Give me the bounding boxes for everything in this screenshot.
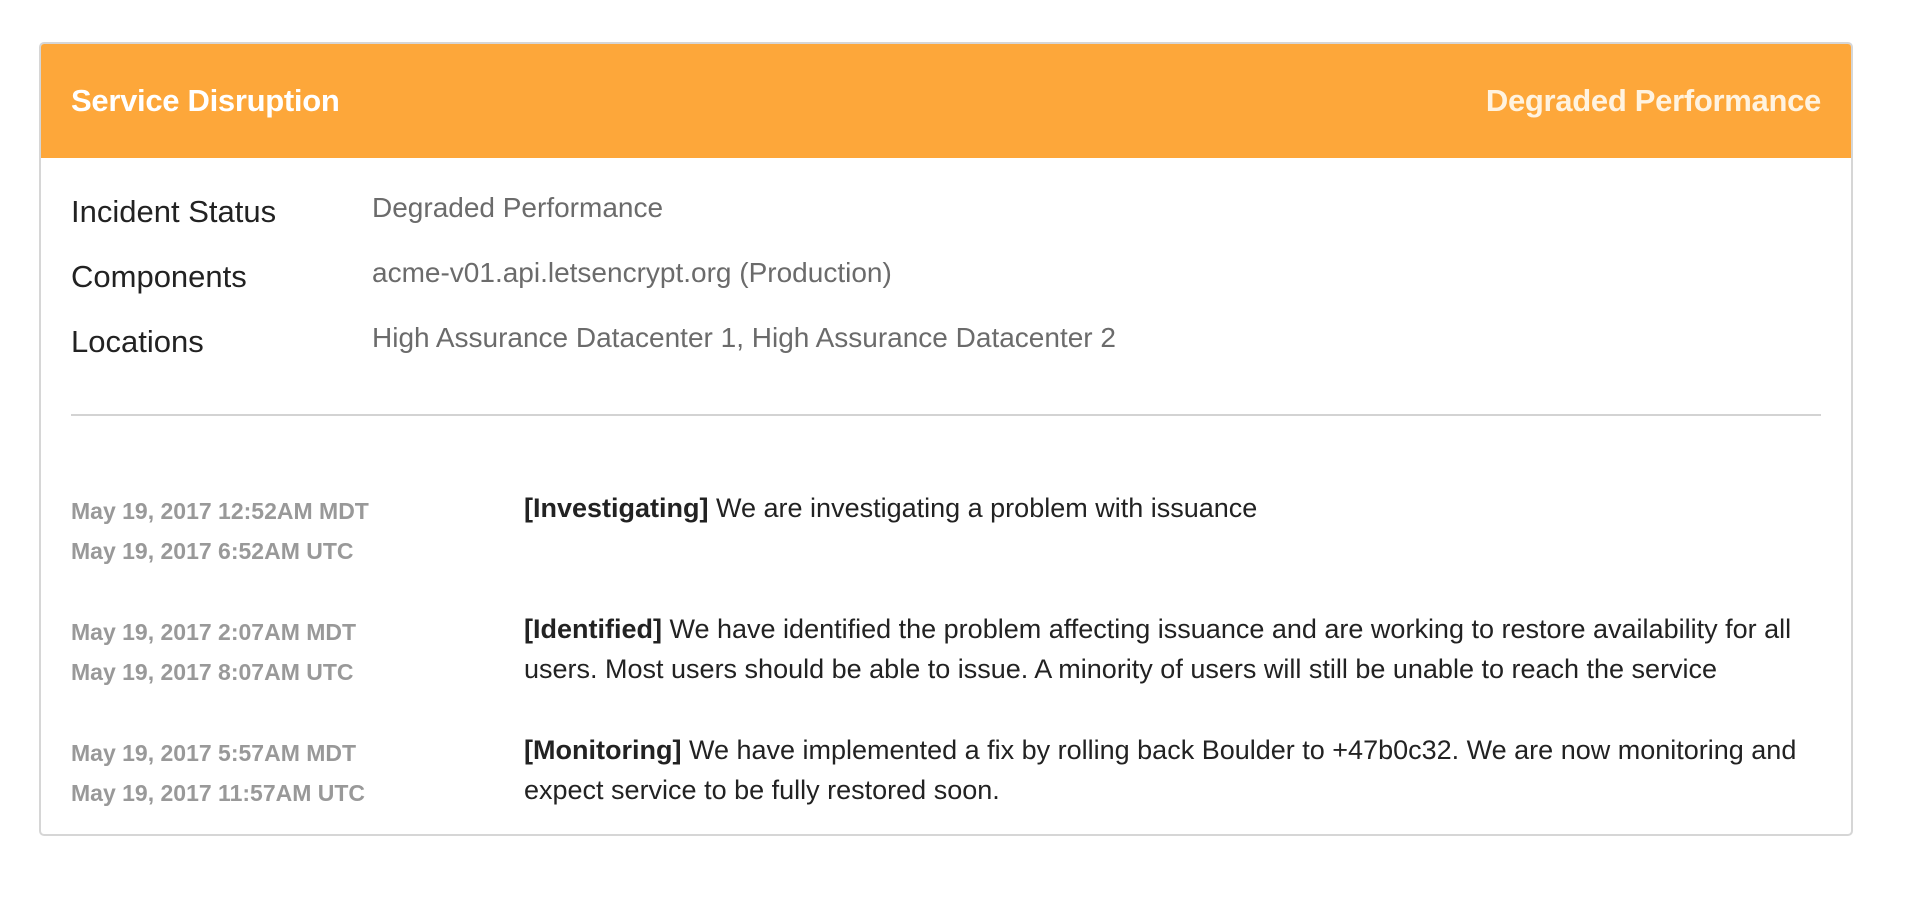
update-time-local: May 19, 2017 2:07AM MDT	[71, 619, 357, 645]
locations-label: Locations	[71, 324, 204, 359]
update-status: [Identified]	[524, 614, 662, 644]
components-value: acme-v01.api.letsencrypt.org (Production…	[372, 257, 892, 288]
locations-value: High Assurance Datacenter 1, High Assura…	[372, 322, 1116, 353]
locations-row: Locations High Assurance Datacenter 1, H…	[71, 314, 1821, 379]
update-item: May 19, 2017 5:57AM MDT May 19, 2017 11:…	[71, 730, 1821, 813]
update-item: May 19, 2017 12:52AM MDT May 19, 2017 6:…	[71, 488, 1821, 571]
update-time-local: May 19, 2017 12:52AM MDT	[71, 498, 369, 524]
update-time-local: May 19, 2017 5:57AM MDT	[71, 740, 357, 766]
update-time-utc: May 19, 2017 8:07AM UTC	[71, 659, 354, 685]
incident-title: Service Disruption	[71, 83, 340, 118]
incident-card: Service Disruption Degraded Performance …	[39, 42, 1853, 836]
update-text: We have implemented a fix by rolling bac…	[524, 735, 1797, 805]
incident-header: Service Disruption Degraded Performance	[41, 44, 1851, 158]
update-message: [Identified] We have identified the prob…	[524, 609, 1814, 692]
update-timestamps: May 19, 2017 5:57AM MDT May 19, 2017 11:…	[71, 730, 524, 813]
update-time-utc: May 19, 2017 6:52AM UTC	[71, 538, 354, 564]
update-text: We are investigating a problem with issu…	[708, 493, 1258, 523]
incident-status-value: Degraded Performance	[372, 192, 664, 223]
update-message: [Monitoring] We have implemented a fix b…	[524, 730, 1814, 813]
incident-status-label: Incident Status	[71, 194, 277, 229]
incident-severity: Degraded Performance	[1485, 83, 1821, 118]
update-text: We have identified the problem affecting…	[524, 614, 1792, 684]
update-item: May 19, 2017 2:07AM MDT May 19, 2017 8:0…	[71, 609, 1821, 692]
update-status: [Investigating]	[524, 493, 709, 523]
update-time-utc: May 19, 2017 11:57AM UTC	[71, 780, 366, 806]
update-status: [Monitoring]	[524, 735, 682, 765]
update-timestamps: May 19, 2017 12:52AM MDT May 19, 2017 6:…	[71, 488, 524, 571]
incident-details: Incident Status Degraded Performance Com…	[41, 158, 1851, 379]
components-row: Components acme-v01.api.letsencrypt.org …	[71, 249, 1821, 314]
components-label: Components	[71, 259, 247, 294]
update-message: [Investigating] We are investigating a p…	[524, 488, 1814, 571]
update-timestamps: May 19, 2017 2:07AM MDT May 19, 2017 8:0…	[71, 609, 524, 692]
incident-updates: May 19, 2017 12:52AM MDT May 19, 2017 6:…	[41, 416, 1851, 813]
incident-status-row: Incident Status Degraded Performance	[71, 184, 1821, 249]
